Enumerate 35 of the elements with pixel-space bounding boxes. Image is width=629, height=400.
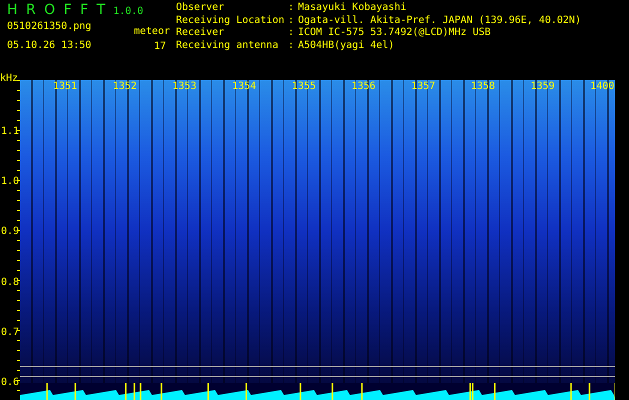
axis-label: 1.1 [1,126,20,138]
info-label: Observer [176,2,226,14]
app-title: H R O F F T [7,2,106,18]
meteor-count: 17 [154,40,167,53]
axis-label: 0.9 [1,226,20,239]
meteor-label: meteor [134,26,170,38]
time-label: 1359 [530,81,555,93]
axis-label: 1.0 [1,176,20,189]
app-version: 1.0.0 [113,6,144,17]
axis-label: 0.6 [1,377,20,390]
info-value: A504HB(yagi 4el) [298,40,396,52]
axis-label: 0.7 [1,326,20,340]
axis-label: 0.8 [1,276,20,290]
info-colon: : [288,14,296,27]
info-label: Receiver [176,27,226,40]
time-label: 1354 [232,81,256,93]
date-time: 05.10.26 13:50 [7,40,92,52]
time-label: 1400 [590,81,614,93]
axis-unit: kHz [0,73,18,86]
info-label: Receiving Location [176,14,286,27]
info-value: Masayuki Kobayashi [298,2,408,14]
time-label: 1355 [292,81,316,93]
info-colon: : [288,27,296,40]
time-label: 1352 [112,81,137,93]
info-value: Ogata-vill. Akita-Pref. JAPAN (139.96E, 40.02N) [298,14,581,27]
info-colon: : [288,40,296,52]
info-value: ICOM IC-575 53.7492(@LCD)MHz USB [298,27,492,40]
time-label: 1358 [470,81,495,93]
info-label: Receiving antenna [176,40,280,52]
time-label: 1353 [172,81,196,93]
time-label: 1351 [53,81,78,93]
time-label: 1357 [411,81,436,93]
time-label: 1356 [352,81,376,93]
file-name: 0510261350.png [7,21,92,34]
info-colon: : [288,2,296,14]
